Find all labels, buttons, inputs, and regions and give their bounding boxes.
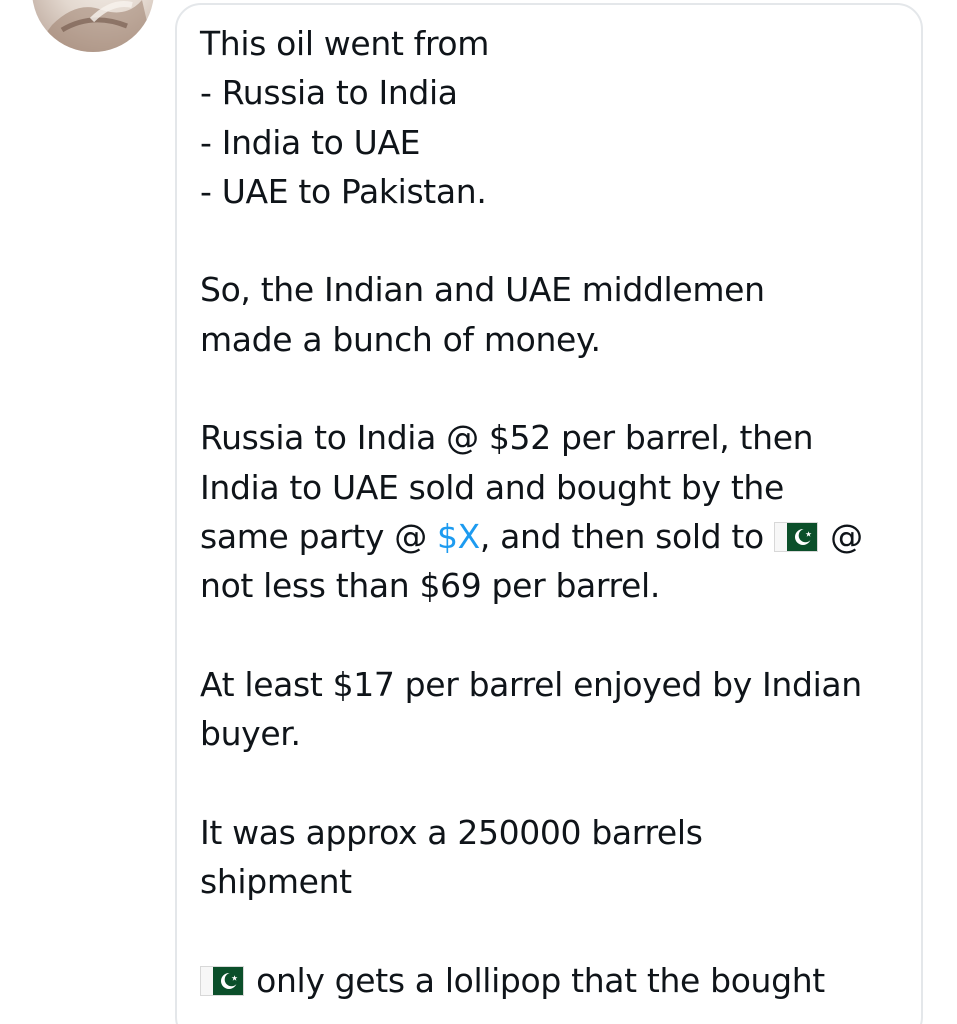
text-line: made a bunch of money. — [200, 319, 601, 359]
text-line: - India to UAE — [200, 122, 421, 162]
avatar-image — [32, 0, 154, 52]
text-line: - UAE to Pakistan. — [200, 171, 487, 211]
text-line: So, the Indian and UAE middlemen — [200, 270, 765, 310]
text-line: - Russia to India — [200, 73, 458, 113]
text-segment: only gets a lollipop that the bought — [246, 960, 825, 1000]
cashtag-link[interactable]: $X — [437, 517, 480, 556]
text-line: only gets a lollipop that the bought — [200, 956, 915, 1005]
pakistan-flag-icon — [773, 521, 818, 552]
text-line: Russia to India @ $52 per barrel, then — [200, 418, 814, 458]
text-line: same party @ $X, and then sold to @ — [200, 512, 915, 561]
text-line: This oil went from — [200, 24, 490, 63]
paragraph-profit: At least $17 per barrel enjoyed by India… — [200, 660, 915, 759]
text-segment: @ — [819, 516, 863, 556]
pakistan-flag-icon — [200, 965, 244, 996]
text-line: At least $17 per barrel enjoyed by India… — [200, 664, 862, 704]
avatar[interactable] — [32, 0, 154, 52]
paragraph-prices: Russia to India @ $52 per barrel, then I… — [200, 413, 915, 610]
paragraph-shipment: It was approx a 250000 barrels shipment — [200, 808, 915, 907]
text-line: shipment — [200, 862, 352, 902]
text-line: It was approx a 250000 barrels — [200, 812, 703, 852]
paragraph-lollipop: only gets a lollipop that the bought — [200, 956, 915, 1005]
text-line: not less than $69 per barrel. — [200, 566, 660, 606]
text-segment: same party @ — [200, 516, 437, 556]
text-line: India to UAE sold and bought by the — [200, 467, 784, 507]
tweet-text: This oil went from - Russia to India - I… — [200, 19, 915, 1024]
paragraph-route: This oil went from - Russia to India - I… — [200, 19, 915, 216]
paragraph-middlemen: So, the Indian and UAE middlemen made a … — [200, 265, 915, 364]
text-segment: , and then sold to — [479, 516, 774, 556]
text-line: buyer. — [200, 714, 301, 754]
